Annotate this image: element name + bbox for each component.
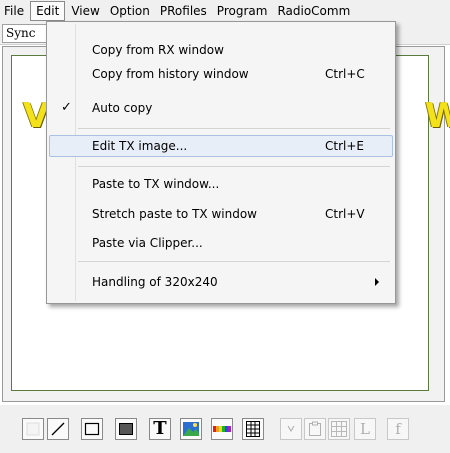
text-T-icon: T bbox=[153, 418, 167, 439]
filled-rectangle-icon bbox=[119, 423, 133, 435]
menu-item-stretch-paste[interactable]: Stretch paste to TX window Ctrl+V bbox=[49, 203, 393, 225]
menu-view[interactable]: View bbox=[66, 1, 104, 21]
canvas-text-right: W bbox=[425, 96, 450, 136]
color-bar-icon bbox=[213, 426, 231, 432]
menu-item-label: Edit TX image... bbox=[92, 139, 188, 153]
label-L-icon: L bbox=[360, 420, 370, 438]
menu-radiocomm[interactable]: RadioComm bbox=[272, 1, 355, 21]
menu-item-label: Paste to TX window... bbox=[92, 177, 220, 191]
menu-program[interactable]: Program bbox=[212, 1, 273, 21]
callsign-tool[interactable] bbox=[280, 418, 302, 440]
table-icon bbox=[331, 421, 347, 437]
filled-rectangle-tool[interactable] bbox=[115, 418, 137, 440]
function-f-icon: f bbox=[395, 420, 401, 438]
image-tool[interactable] bbox=[180, 418, 202, 440]
line-icon bbox=[51, 422, 65, 436]
function-tool[interactable]: f bbox=[387, 418, 409, 440]
menu-item-handling-320x240[interactable]: Handling of 320x240 bbox=[49, 271, 393, 293]
menu-item-label: Handling of 320x240 bbox=[92, 275, 218, 289]
menu-edit[interactable]: Edit bbox=[30, 1, 66, 21]
draw-toolbar: T L f bbox=[0, 405, 450, 453]
label-tool[interactable]: L bbox=[354, 418, 376, 440]
eraser-icon bbox=[26, 422, 40, 436]
menu-item-shortcut: Ctrl+C bbox=[325, 67, 365, 81]
picture-icon bbox=[183, 422, 199, 436]
menu-item-edit-tx-image[interactable]: Edit TX image... Ctrl+E bbox=[49, 135, 393, 157]
grid-tool[interactable] bbox=[242, 418, 264, 440]
rectangle-tool[interactable] bbox=[81, 418, 103, 440]
clipboard-tool[interactable] bbox=[304, 418, 326, 440]
menu-item-auto-copy[interactable]: ✓ Auto copy bbox=[49, 97, 393, 119]
eraser-tool[interactable] bbox=[22, 418, 44, 440]
menu-profiles[interactable]: PRofiles bbox=[155, 1, 212, 21]
menubar: File Edit View Option PRofiles Program R… bbox=[0, 0, 450, 22]
menu-item-label: Paste via Clipper... bbox=[92, 236, 203, 250]
menu-file[interactable]: File bbox=[0, 1, 29, 21]
table-tool[interactable] bbox=[328, 418, 350, 440]
menu-separator bbox=[78, 166, 390, 167]
menu-option[interactable]: Option bbox=[105, 1, 155, 21]
menu-item-label: Copy from history window bbox=[92, 67, 249, 81]
text-tool[interactable]: T bbox=[149, 418, 171, 440]
menu-item-copy-from-rx[interactable]: Copy from RX window bbox=[49, 39, 393, 61]
edit-menu-dropdown: Copy from RX window Copy from history wi… bbox=[46, 21, 396, 304]
menu-item-shortcut: Ctrl+E bbox=[325, 139, 364, 153]
menu-item-label: Copy from RX window bbox=[92, 43, 224, 57]
rectangle-outline-icon bbox=[84, 422, 100, 436]
menu-item-paste-via-clipper[interactable]: Paste via Clipper... bbox=[49, 232, 393, 254]
menu-item-shortcut: Ctrl+V bbox=[325, 207, 365, 221]
color-bar-tool[interactable] bbox=[211, 418, 233, 440]
menu-separator bbox=[78, 261, 390, 262]
menu-item-copy-from-history[interactable]: Copy from history window Ctrl+C bbox=[49, 63, 393, 85]
line-tool[interactable] bbox=[47, 418, 69, 440]
grid-icon bbox=[246, 421, 260, 437]
menu-item-paste-to-tx[interactable]: Paste to TX window... bbox=[49, 173, 393, 195]
clipboard-icon bbox=[309, 421, 321, 436]
submenu-arrow-icon bbox=[375, 278, 379, 286]
menu-separator bbox=[78, 128, 390, 129]
checkmark-icon: ✓ bbox=[61, 100, 72, 115]
callsign-icon bbox=[287, 425, 295, 432]
menu-item-label: Stretch paste to TX window bbox=[92, 207, 257, 221]
menu-item-label: Auto copy bbox=[92, 101, 153, 115]
